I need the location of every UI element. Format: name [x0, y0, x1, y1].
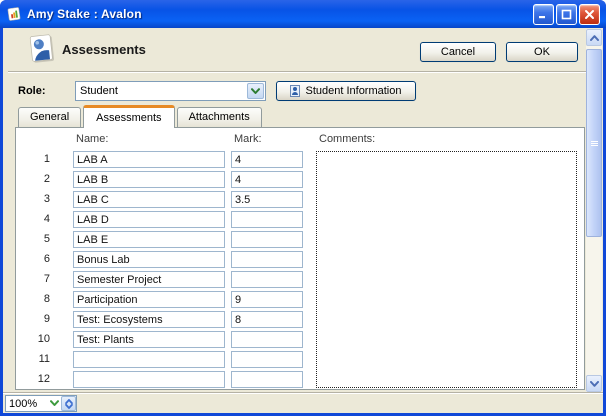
assessment-name-input[interactable]	[73, 251, 225, 268]
close-button[interactable]	[579, 4, 600, 25]
assessment-mark-input[interactable]	[231, 191, 303, 208]
app-icon	[6, 6, 22, 22]
row-number: 7	[24, 273, 50, 285]
assessment-mark-input[interactable]	[231, 371, 303, 388]
assessment-mark-input[interactable]	[231, 251, 303, 268]
assessment-mark-input[interactable]	[231, 271, 303, 288]
page-title: Assessments	[62, 42, 146, 57]
minimize-icon	[538, 9, 549, 20]
row-number: 4	[24, 213, 50, 225]
row-number: 9	[24, 313, 50, 325]
name-column-header: Name:	[76, 133, 108, 145]
row-number: 10	[24, 333, 50, 345]
zoom-spinner-button[interactable]	[61, 396, 76, 411]
comments-textarea[interactable]	[316, 151, 577, 388]
assessment-mark-input[interactable]	[231, 351, 303, 368]
assessment-name-input[interactable]	[73, 371, 225, 388]
scrollbar-grip	[591, 140, 598, 147]
assessment-row: 8	[16, 291, 316, 308]
role-selected-value: Student	[76, 85, 247, 97]
tab-general[interactable]: General	[18, 107, 81, 127]
zoom-control[interactable]: 100%	[5, 395, 77, 412]
assessment-row: 3	[16, 191, 316, 208]
student-information-button[interactable]: Student Information	[276, 81, 416, 101]
row-number: 6	[24, 253, 50, 265]
window-title: Amy Stake : Avalon	[27, 7, 533, 21]
scrollbar-thumb[interactable]	[586, 49, 602, 237]
window-controls	[533, 4, 600, 25]
maximize-button[interactable]	[556, 4, 577, 25]
row-number: 8	[24, 293, 50, 305]
chevron-down-icon	[590, 381, 599, 387]
scroll-down-button[interactable]	[586, 375, 602, 392]
assessment-name-input[interactable]	[73, 291, 225, 308]
assessment-name-input[interactable]	[73, 171, 225, 188]
assessment-mark-input[interactable]	[231, 151, 303, 168]
chevron-down-icon	[50, 400, 59, 407]
assessment-mark-input[interactable]	[231, 291, 303, 308]
assessment-mark-input[interactable]	[231, 311, 303, 328]
header-divider	[8, 71, 586, 73]
assessment-row: 7	[16, 271, 316, 288]
assessment-mark-input[interactable]	[231, 171, 303, 188]
assessment-row: 1	[16, 151, 316, 168]
assessment-row: 10	[16, 331, 316, 348]
assessment-name-input[interactable]	[73, 211, 225, 228]
combo-arrow-button[interactable]	[247, 83, 264, 99]
row-number: 1	[24, 153, 50, 165]
tab-assessments[interactable]: Assessments	[83, 105, 174, 128]
role-select[interactable]: Student	[75, 81, 266, 101]
chevron-down-icon	[251, 88, 260, 95]
assessments-person-icon	[26, 33, 58, 67]
ok-button[interactable]: OK	[506, 42, 578, 62]
student-information-label: Student Information	[305, 82, 401, 100]
dialog-window: Amy Stake : Avalon Assessments Cancel OK…	[0, 0, 606, 416]
row-number: 12	[24, 373, 50, 385]
cancel-button[interactable]: Cancel	[420, 42, 496, 62]
spinner-down-icon	[65, 404, 73, 409]
status-bar: 100%	[3, 392, 603, 413]
assessment-row: 9	[16, 311, 316, 328]
assessment-name-input[interactable]	[73, 191, 225, 208]
assessment-name-input[interactable]	[73, 311, 225, 328]
assessment-mark-input[interactable]	[231, 331, 303, 348]
role-label: Role:	[18, 85, 46, 97]
assessment-name-input[interactable]	[73, 151, 225, 168]
row-number: 11	[24, 353, 50, 365]
mark-column-header: Mark:	[234, 133, 262, 145]
zoom-dropdown-button[interactable]	[47, 400, 61, 407]
tab-bar: GeneralAssessmentsAttachments	[18, 105, 264, 128]
tab-attachments[interactable]: Attachments	[177, 107, 262, 127]
assessment-mark-input[interactable]	[231, 211, 303, 228]
close-icon	[584, 9, 595, 20]
minimize-button[interactable]	[533, 4, 554, 25]
assessment-row: 5	[16, 231, 316, 248]
assessment-name-input[interactable]	[73, 271, 225, 288]
assessment-name-input[interactable]	[73, 351, 225, 368]
maximize-icon	[561, 9, 572, 20]
row-number: 3	[24, 193, 50, 205]
row-number: 2	[24, 173, 50, 185]
assessment-row: 6	[16, 251, 316, 268]
chevron-up-icon	[590, 35, 599, 41]
vertical-scrollbar[interactable]	[586, 29, 602, 392]
assessment-row: 12	[16, 371, 316, 388]
scroll-up-button[interactable]	[586, 29, 602, 46]
assessment-name-input[interactable]	[73, 231, 225, 248]
assessment-row: 4	[16, 211, 316, 228]
row-number: 5	[24, 233, 50, 245]
assessment-mark-input[interactable]	[231, 231, 303, 248]
titlebar[interactable]: Amy Stake : Avalon	[0, 0, 606, 28]
zoom-value: 100%	[6, 398, 47, 410]
assessments-panel: Name: Mark: Comments: 123456789101112	[15, 127, 585, 390]
person-icon	[290, 85, 300, 97]
assessment-name-input[interactable]	[73, 331, 225, 348]
comments-header: Comments:	[319, 133, 375, 145]
assessment-row: 11	[16, 351, 316, 368]
assessment-row: 2	[16, 171, 316, 188]
